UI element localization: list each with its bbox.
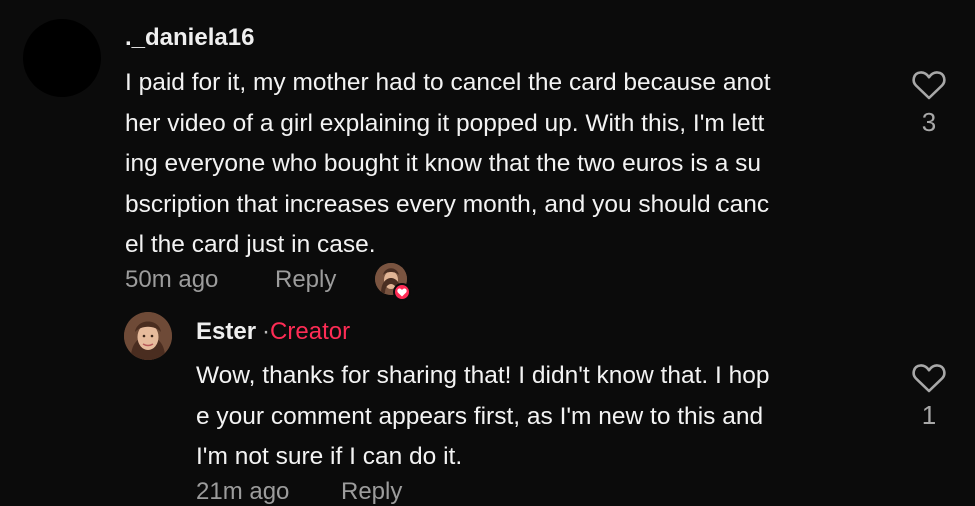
comment-like-count: 3 xyxy=(921,107,937,137)
heart-outline-icon[interactable] xyxy=(911,69,947,101)
comment-username[interactable]: ._daniela16 xyxy=(125,24,254,52)
comment-line: I paid for it, my mother had to cancel t… xyxy=(125,69,771,96)
heart-outline-icon[interactable] xyxy=(911,362,947,394)
comment-line: el the card just in case. xyxy=(125,231,376,258)
reply-reply-button[interactable]: Reply xyxy=(341,478,402,506)
comment-line: bscription that increases every month, a… xyxy=(125,190,770,218)
reply-line: Wow, thanks for sharing that! I didn't k… xyxy=(196,362,770,389)
comment-text: I paid for it, my mother had to cancel t… xyxy=(125,63,885,266)
reply-username[interactable]: Ester xyxy=(196,318,256,345)
comment-like-button[interactable]: 3 xyxy=(909,69,949,138)
reply-like-count: 1 xyxy=(921,400,937,430)
reply-author: Ester ·Creator xyxy=(196,318,350,346)
reply-line: e your comment appears first, as I'm new… xyxy=(196,402,764,430)
reply-like-button[interactable]: 1 xyxy=(909,362,949,431)
ester-face-icon xyxy=(124,312,172,360)
reply-text: Wow, thanks for sharing that! I didn't k… xyxy=(196,356,876,478)
comment-line: her video of a girl explaining it popped… xyxy=(125,109,765,137)
reply-avatar[interactable] xyxy=(124,312,172,360)
commenter-avatar[interactable] xyxy=(23,19,101,97)
comment-line: ing everyone who bought it know that the… xyxy=(125,150,762,177)
comment-reply-button[interactable]: Reply xyxy=(275,266,336,294)
heart-icon xyxy=(397,288,407,296)
separator-dot: · xyxy=(262,318,271,345)
reply-line: I'm not sure if I can do it. xyxy=(196,443,463,470)
reply-timestamp: 21m ago xyxy=(196,478,290,505)
creator-liked-heart-badge xyxy=(393,283,411,301)
creator-badge: Creator xyxy=(270,318,351,345)
comment-timestamp: 50m ago xyxy=(125,266,219,293)
